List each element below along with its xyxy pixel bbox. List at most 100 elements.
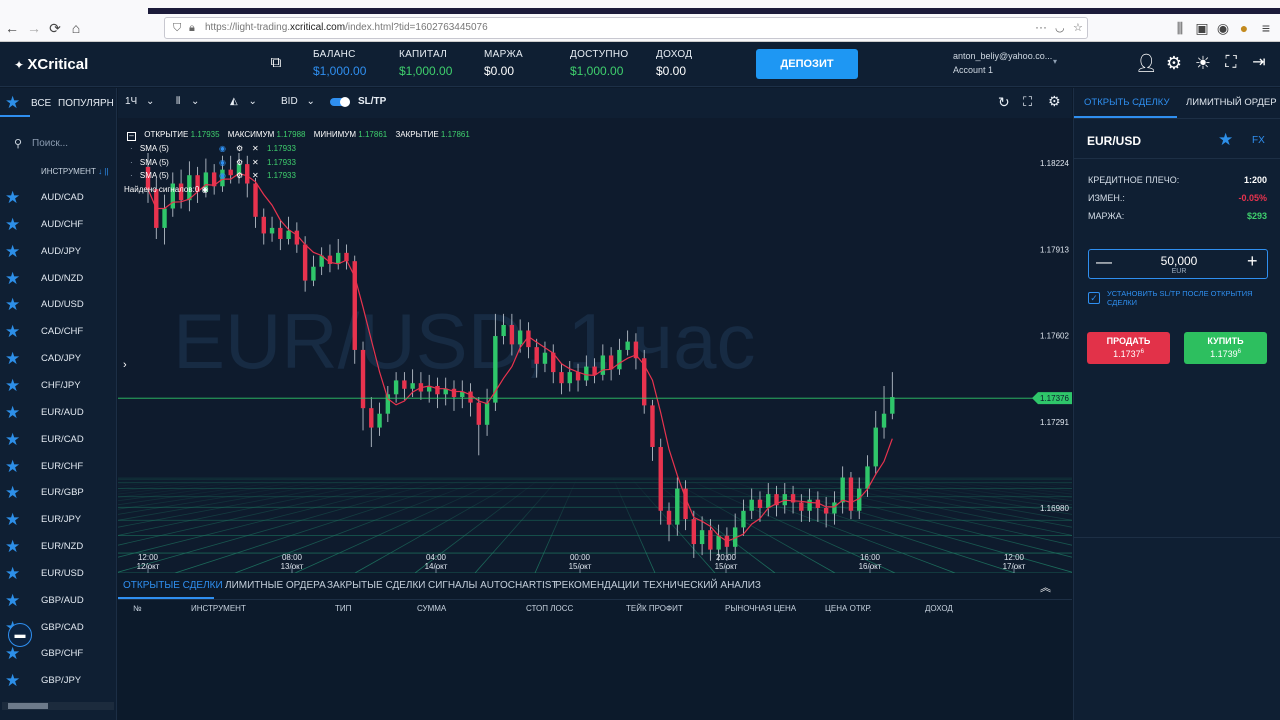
favorite-star-icon[interactable]: ★ (5, 510, 20, 530)
gear-icon[interactable]: ⚙ (236, 144, 243, 153)
favorite-star-icon[interactable]: ★ (1218, 130, 1233, 150)
amount-value[interactable]: 50,000 (1129, 254, 1229, 268)
favorite-star-icon[interactable]: ★ (5, 457, 20, 477)
favorite-star-icon[interactable]: ★ (5, 215, 20, 235)
instrument-row[interactable]: ★ CAD/JPY (0, 346, 117, 373)
table-column-header[interactable]: ТИП (335, 604, 351, 613)
instrument-row[interactable]: ★ EUR/GBP (0, 480, 117, 507)
favorite-star-icon[interactable]: ★ (5, 349, 20, 369)
sltp-toggle[interactable] (330, 97, 350, 107)
tab-limit-order[interactable]: ЛИМИТНЫЙ ОРДЕР (1186, 97, 1277, 108)
expand-icon[interactable]: ⛶ (1023, 94, 1032, 110)
table-column-header[interactable]: ЦЕНА ОТКР. (825, 604, 871, 613)
deposit-button[interactable]: ДЕПОЗИТ (756, 49, 858, 79)
indicators-select[interactable]: ◭ ⌄ (230, 96, 257, 107)
bottom-tab[interactable]: ОТКРЫТЫЕ СДЕЛКИ (123, 580, 223, 591)
instrument-row[interactable]: ★ AUD/JPY (0, 239, 117, 266)
table-column-header[interactable]: № (133, 604, 142, 613)
table-column-header[interactable]: ИНСТРУМЕНТ (191, 604, 246, 613)
search-input[interactable]: ⚲ Поиск... (6, 133, 110, 155)
user-icon[interactable]: 👤︎ (1135, 52, 1158, 74)
bottom-tab[interactable]: ТЕХНИЧЕСКИЙ АНАЛИЗ (643, 580, 761, 591)
windows-icon[interactable]: ⧉ (265, 52, 287, 74)
chart-canvas[interactable]: EUR/USD, 1 час 1.18224 1.17913 1.17602 1.17… (118, 118, 1072, 573)
favorite-star-icon[interactable]: ★ (5, 591, 20, 611)
favorite-star-icon[interactable]: ★ (5, 564, 20, 584)
fullscreen-icon[interactable]: ⛶ (1220, 52, 1242, 74)
eye-icon[interactable]: ◉ (202, 185, 209, 194)
instrument-row[interactable]: ★ AUD/USD (0, 292, 117, 319)
favorite-star-icon[interactable]: ★ (5, 537, 20, 557)
horizontal-scrollbar[interactable] (2, 702, 114, 710)
instrument-row[interactable]: ★ AUD/CHF (0, 212, 117, 239)
chevron-right-icon[interactable]: › (123, 359, 127, 371)
plus-icon[interactable]: + (1247, 251, 1258, 272)
bottom-tab[interactable]: ЛИМИТНЫЕ ОРДЕРА (225, 580, 326, 591)
chart-settings-icon[interactable]: ⚙ (1048, 93, 1061, 110)
instrument-row[interactable]: ★ EUR/CAD (0, 427, 117, 454)
sell-button[interactable]: ПРОДАТЬ 1.17376 (1087, 332, 1170, 364)
menu-icon[interactable]: ≡ (1256, 18, 1276, 38)
collapse-panel-icon[interactable]: ︽ (1040, 579, 1051, 595)
theme-sun-icon[interactable]: ☀ (1192, 52, 1214, 74)
favorite-star-icon[interactable]: ★ (5, 322, 20, 342)
pocket-icon[interactable]: ◡ (1055, 18, 1065, 38)
instrument-row[interactable]: ★ CHF/JPY (0, 373, 117, 400)
instrument-row[interactable]: ★ EUR/AUD (0, 400, 117, 427)
instrument-row[interactable]: ★ GBP/AUD (0, 588, 117, 615)
favorite-star-icon[interactable]: ★ (5, 188, 20, 208)
account-icon[interactable]: ◉ (1213, 18, 1233, 38)
close-icon[interactable]: ✕ (252, 171, 259, 180)
favorite-star-icon[interactable]: ★ (5, 671, 20, 691)
eye-icon[interactable]: ◉ (219, 144, 226, 153)
close-icon[interactable]: ✕ (252, 158, 259, 167)
minus-icon[interactable]: — (1096, 254, 1112, 272)
table-column-header[interactable]: СУММА (417, 604, 446, 613)
instrument-row[interactable]: ★ EUR/JPY (0, 507, 117, 534)
bottom-tab[interactable]: СИГНАЛЫ AUTOCHARTIST (428, 580, 558, 591)
instrument-row[interactable]: ★ CAD/CHF (0, 319, 117, 346)
instrument-row[interactable]: ★ EUR/USD (0, 561, 117, 588)
gear-icon[interactable]: ⚙ (1163, 52, 1185, 74)
chat-icon[interactable]: ▬ (8, 623, 32, 647)
amount-stepper[interactable]: — 50,000 EUR + (1088, 249, 1268, 279)
table-column-header[interactable]: ДОХОД (925, 604, 953, 613)
tab-popular[interactable]: ПОПУЛЯРНЫ (58, 98, 113, 109)
tab-open-trade[interactable]: ОТКРЫТЬ СДЕЛКУ (1084, 97, 1169, 108)
reader-icon[interactable]: ▣ (1192, 18, 1212, 38)
instrument-row[interactable]: ★ EUR/NZD (0, 534, 117, 561)
forward-icon[interactable]: → (24, 18, 44, 38)
sltp-checkbox[interactable]: ✓ (1088, 292, 1100, 304)
buy-button[interactable]: КУПИТЬ 1.17396 (1184, 332, 1267, 364)
instrument-row[interactable]: ★ AUD/NZD (0, 266, 117, 293)
eye-icon[interactable]: ◉ (219, 171, 226, 180)
logout-icon[interactable]: ⇥ (1248, 52, 1270, 74)
favorite-star-icon[interactable]: ★ (5, 242, 20, 262)
favorite-star-icon[interactable]: ★ (5, 269, 20, 289)
instrument-row[interactable]: ★ AUD/CAD (0, 185, 117, 212)
instrument-row[interactable]: ★ GBP/JPY (0, 668, 117, 695)
close-icon[interactable]: ✕ (252, 144, 259, 153)
collapse-icon[interactable]: – (127, 132, 136, 141)
table-column-header[interactable]: ТЕЙК ПРОФИТ (626, 604, 683, 613)
reset-icon[interactable]: ↻ (998, 94, 1010, 111)
back-icon[interactable]: ← (2, 18, 22, 38)
account-selector[interactable]: anton_beliy@yahoo.co... Account 1 ▾ (953, 51, 1057, 75)
favorite-star-icon[interactable]: ★ (5, 376, 20, 396)
favorite-star-icon[interactable]: ★ (5, 403, 20, 423)
table-column-header[interactable]: СТОП ЛОСС (526, 604, 573, 613)
instrument-column-header[interactable]: ИНСТРУМЕНТ ↓ || (41, 167, 108, 176)
chart-type-select[interactable]: ⫴ ⌄ (176, 96, 199, 107)
home-icon[interactable]: ⌂ (66, 18, 86, 38)
favorite-star-icon[interactable]: ★ (5, 644, 20, 664)
price-chart[interactable]: EUR/USD, 1 час 1.18224 1.17913 1.17602 1.17… (118, 118, 1072, 573)
timeframe-select[interactable]: 1Ч ⌄ (125, 96, 154, 107)
favorites-star-icon[interactable]: ★ (5, 93, 20, 113)
extension-icon[interactable]: ● (1234, 18, 1254, 38)
eye-icon[interactable]: ◉ (219, 158, 226, 167)
library-icon[interactable]: ⫼ (1170, 18, 1190, 38)
tab-all[interactable]: ВСЕ (31, 98, 51, 109)
bottom-tab[interactable]: ЗАКРЫТЫЕ СДЕЛКИ (327, 580, 426, 591)
instrument-row[interactable]: ★ EUR/CHF (0, 454, 117, 481)
bookmark-star-icon[interactable]: ☆ (1073, 18, 1083, 38)
